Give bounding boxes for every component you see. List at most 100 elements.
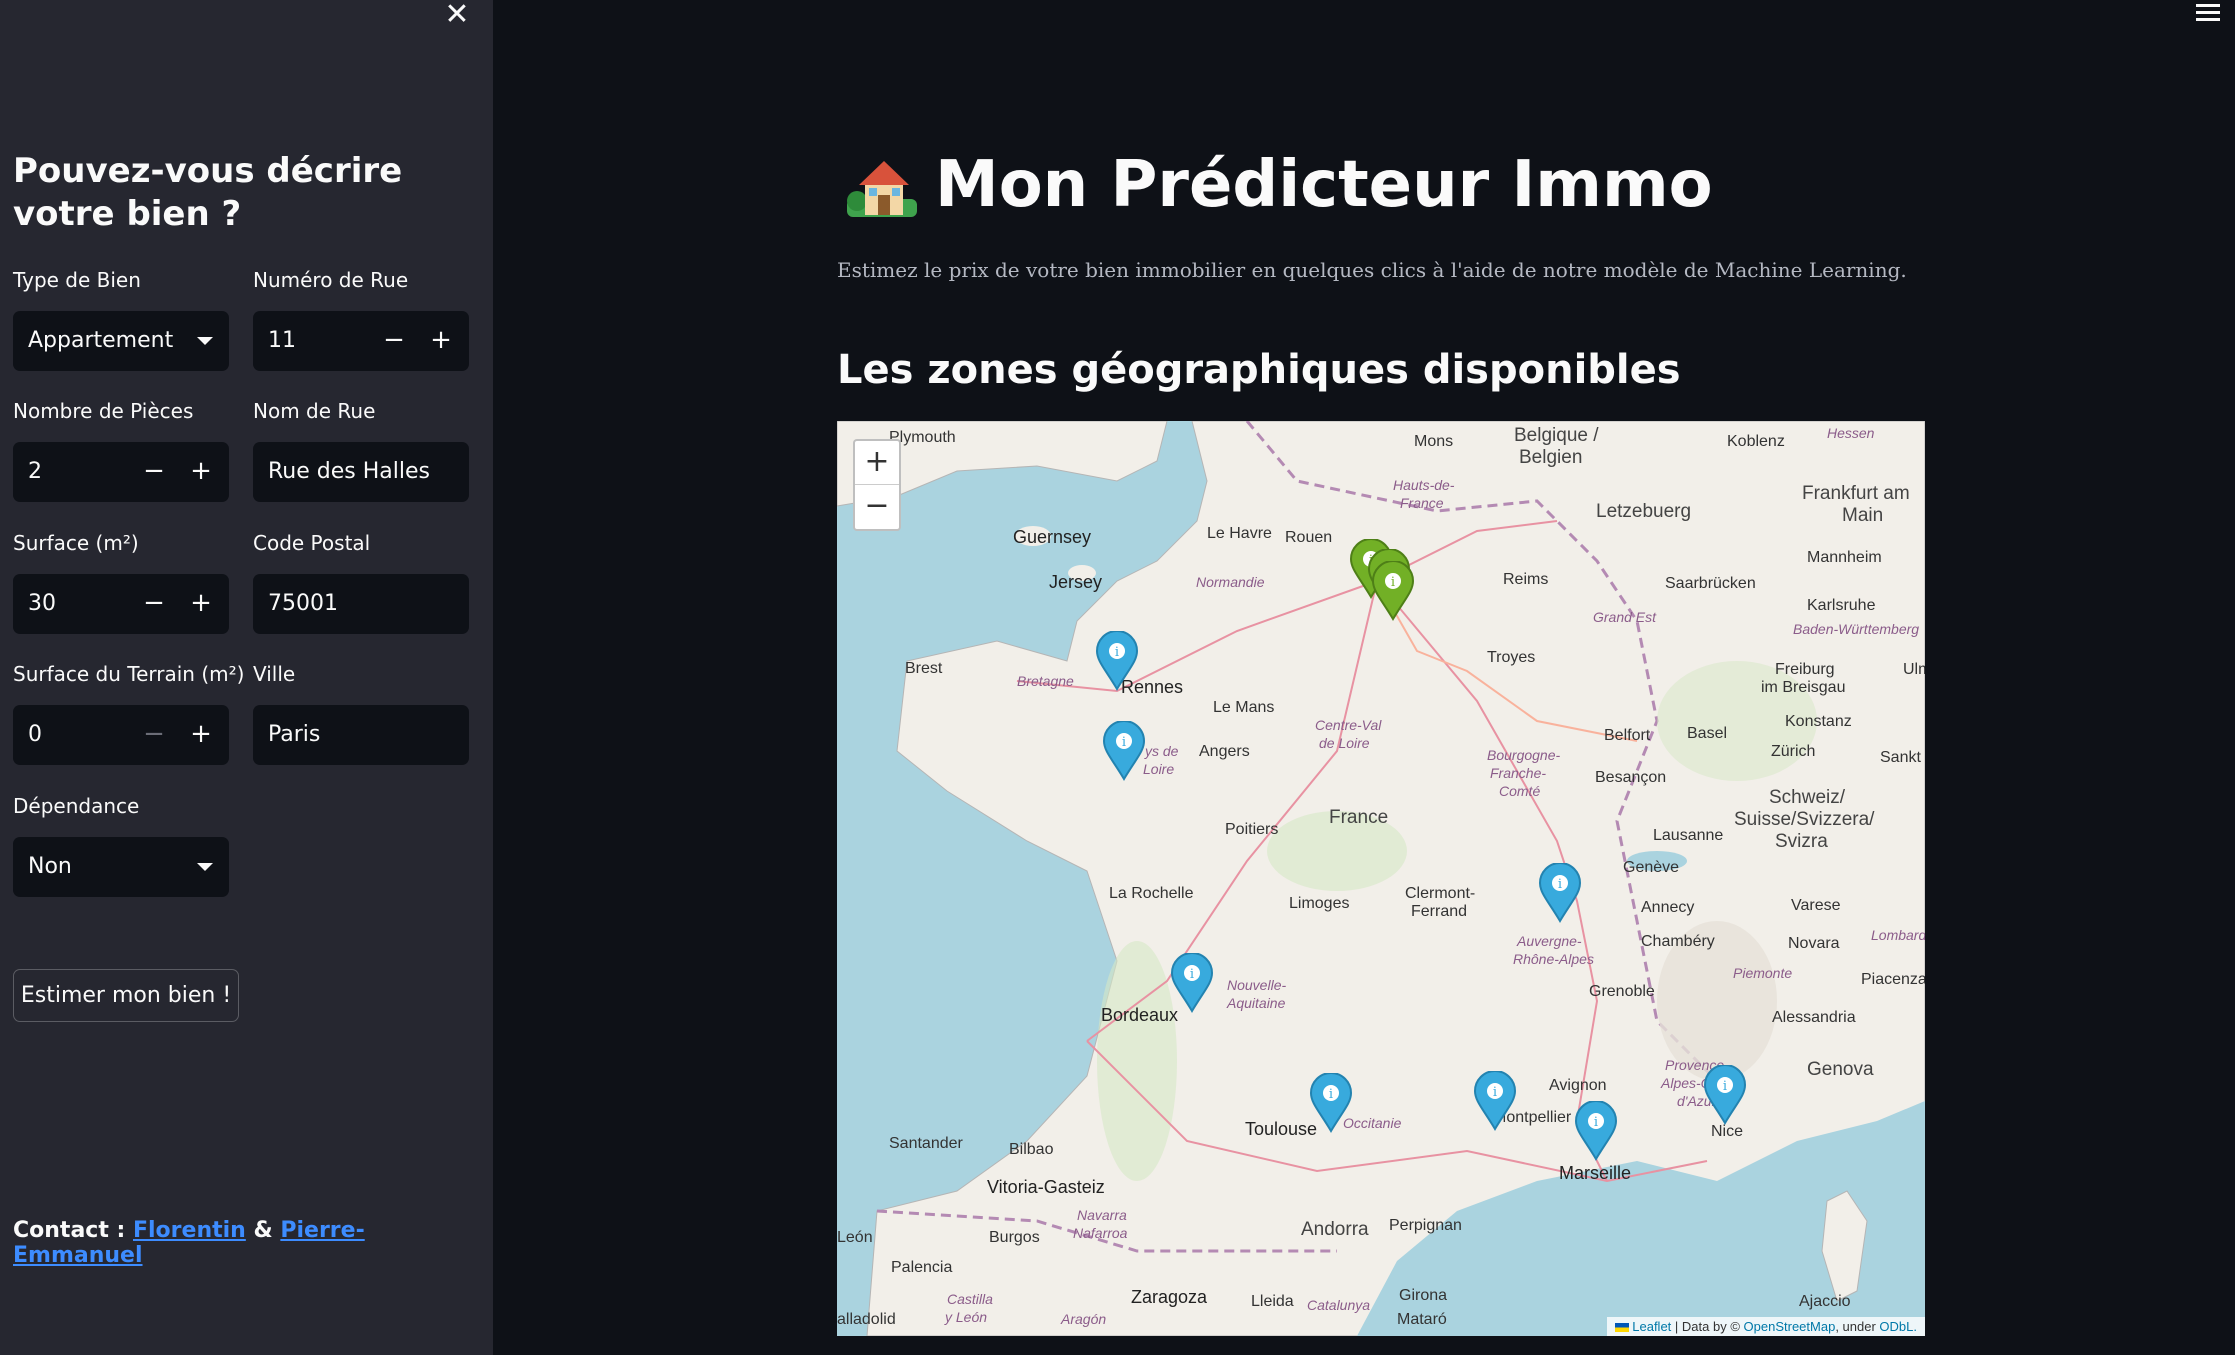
dependance-label: Dépendance bbox=[13, 794, 140, 818]
surface-terrain-value[interactable]: 0 bbox=[28, 705, 42, 765]
map-label-bordeaux: Bordeaux bbox=[1101, 1005, 1179, 1025]
map-label-novara: Novara bbox=[1788, 935, 1840, 952]
map-label-aragon: Aragón bbox=[1061, 1311, 1107, 1327]
surface-value[interactable]: 30 bbox=[28, 574, 56, 634]
svg-text:i: i bbox=[1329, 1087, 1333, 1102]
surface-label: Surface (m²) bbox=[13, 531, 139, 555]
page-title: Mon Prédicteur Immo bbox=[845, 148, 1713, 222]
map-label-hauts-de: Hauts-de- bbox=[1393, 477, 1455, 493]
numero-rue-label: Numéro de Rue bbox=[253, 268, 409, 292]
attribution-text-2: , under bbox=[1835, 1319, 1876, 1334]
map-label-belgique: Belgique / bbox=[1514, 425, 1599, 446]
map-label-nice: Nice bbox=[1711, 1123, 1744, 1140]
map-label-belgien: Belgien bbox=[1519, 447, 1583, 468]
marker-rennes-icon[interactable]: i bbox=[1095, 631, 1139, 691]
map-label-im-breisgau: im Breisgau bbox=[1761, 679, 1846, 696]
map-label-lleida: Lleida bbox=[1251, 1293, 1294, 1310]
numero-rue-decrement-button[interactable]: − bbox=[372, 311, 416, 371]
marker-lyon-icon[interactable]: i bbox=[1538, 863, 1582, 923]
surface-terrain-stepper[interactable]: 0 − + bbox=[13, 705, 229, 765]
map-label-nafarroa: Nafarroa bbox=[1073, 1225, 1128, 1241]
dependance-select[interactable]: Non bbox=[13, 837, 229, 897]
map-label-valladolid: alladolid bbox=[837, 1311, 896, 1328]
code-postal-input[interactable]: 75001 bbox=[253, 574, 469, 634]
leaflet-link[interactable]: Leaflet bbox=[1632, 1319, 1671, 1334]
marker-marseille-icon[interactable]: i bbox=[1574, 1101, 1618, 1161]
map-label-de-loire: de Loire bbox=[1319, 735, 1370, 751]
close-sidebar-icon[interactable]: ✕ bbox=[442, 0, 472, 30]
map-label-franche: Franche- bbox=[1490, 765, 1547, 781]
map-label-burgos: Burgos bbox=[989, 1229, 1040, 1246]
map-label-karlsruhe: Karlsruhe bbox=[1807, 597, 1876, 614]
map-label-andorra: Andorra bbox=[1301, 1219, 1369, 1240]
map-label-mataro: Mataró bbox=[1397, 1311, 1447, 1328]
map-heading: Les zones géographiques disponibles bbox=[837, 347, 1681, 393]
map-label-limoges: Limoges bbox=[1289, 895, 1350, 912]
map-label-freiburg: Freiburg bbox=[1775, 661, 1835, 678]
house-with-garden-icon bbox=[847, 161, 917, 218]
surface-decrement-button[interactable]: − bbox=[132, 574, 176, 634]
svg-text:i: i bbox=[1493, 1085, 1497, 1100]
map-label-besancon: Besançon bbox=[1595, 769, 1667, 786]
marker-nantes-icon[interactable]: i bbox=[1102, 721, 1146, 781]
nombre-pieces-increment-button[interactable]: + bbox=[179, 442, 223, 502]
map-label-navarra: Navarra bbox=[1077, 1207, 1127, 1223]
surface-increment-button[interactable]: + bbox=[179, 574, 223, 634]
map-label-reims: Reims bbox=[1503, 571, 1549, 588]
map[interactable]: Plymouth Guernsey Jersey Le Havre Rouen … bbox=[837, 421, 1925, 1336]
map-label-lausanne: Lausanne bbox=[1653, 827, 1724, 844]
osm-link[interactable]: OpenStreetMap bbox=[1744, 1319, 1836, 1334]
map-label-guernsey: Guernsey bbox=[1013, 527, 1092, 547]
map-label-annecy: Annecy bbox=[1641, 899, 1695, 916]
type-bien-value: Appartement bbox=[28, 328, 174, 353]
map-label-geneve: Genève bbox=[1623, 859, 1680, 876]
ville-input[interactable]: Paris bbox=[253, 705, 469, 765]
contact-link-florentin[interactable]: Florentin bbox=[133, 1218, 246, 1243]
map-label-hauts-france: France bbox=[1400, 495, 1444, 511]
map-label-pays-de: ys de bbox=[1145, 743, 1179, 759]
type-bien-select[interactable]: Appartement bbox=[13, 311, 229, 371]
map-label-piacenza: Piacenza bbox=[1861, 971, 1925, 988]
nom-rue-input[interactable]: Rue des Halles bbox=[253, 442, 469, 502]
marker-bordeaux-icon[interactable]: i bbox=[1170, 953, 1214, 1013]
surface-terrain-increment-button[interactable]: + bbox=[179, 705, 223, 765]
map-label-zaragoza: Zaragoza bbox=[1131, 1287, 1208, 1307]
nom-rue-label: Nom de Rue bbox=[253, 399, 376, 423]
map-label-clermont: Clermont- bbox=[1405, 885, 1476, 902]
nom-rue-value[interactable]: Rue des Halles bbox=[268, 442, 430, 502]
map-label-aquitaine: Aquitaine bbox=[1227, 995, 1286, 1011]
sidebar-title: Pouvez-vous décrire votre bien ? bbox=[13, 151, 403, 234]
code-postal-value[interactable]: 75001 bbox=[268, 574, 338, 634]
surface-stepper[interactable]: 30 − + bbox=[13, 574, 229, 634]
zoom-in-button[interactable]: + bbox=[855, 441, 899, 485]
map-label-main: Main bbox=[1842, 505, 1884, 526]
map-label-sankt: Sankt bbox=[1880, 749, 1921, 766]
ville-value[interactable]: Paris bbox=[268, 705, 320, 765]
nombre-pieces-value[interactable]: 2 bbox=[28, 442, 42, 502]
map-label-poitiers: Poitiers bbox=[1225, 821, 1279, 838]
odbl-link[interactable]: ODbL. bbox=[1879, 1319, 1917, 1334]
main-menu-icon[interactable] bbox=[2196, 4, 2220, 24]
marker-montpellier-icon[interactable]: i bbox=[1473, 1071, 1517, 1131]
zoom-out-button[interactable]: − bbox=[855, 485, 899, 529]
map-label-genova: Genova bbox=[1807, 1059, 1874, 1080]
marker-toulouse-icon[interactable]: i bbox=[1309, 1073, 1353, 1133]
numero-rue-value[interactable]: 11 bbox=[268, 311, 296, 371]
marker-paris-icon[interactable]: i bbox=[1371, 561, 1415, 621]
numero-rue-stepper[interactable]: 11 − + bbox=[253, 311, 469, 371]
nombre-pieces-decrement-button[interactable]: − bbox=[132, 442, 176, 502]
svg-text:i: i bbox=[1723, 1079, 1727, 1094]
estimate-button[interactable]: Estimer mon bien ! bbox=[13, 969, 239, 1022]
map-label-palencia: Palencia bbox=[891, 1259, 953, 1276]
map-label-leon: León bbox=[837, 1229, 873, 1246]
map-label-suisse: Suisse/Svizzera/ bbox=[1734, 809, 1875, 830]
map-label-brest: Brest bbox=[905, 660, 943, 677]
map-label-bretagne: Bretagne bbox=[1017, 673, 1074, 689]
chevron-down-icon bbox=[197, 337, 213, 345]
nombre-pieces-stepper[interactable]: 2 − + bbox=[13, 442, 229, 502]
surface-terrain-decrement-button[interactable]: − bbox=[132, 705, 176, 765]
numero-rue-increment-button[interactable]: + bbox=[419, 311, 463, 371]
map-label-konstanz: Konstanz bbox=[1785, 713, 1852, 730]
marker-nice-icon[interactable]: i bbox=[1703, 1065, 1747, 1125]
map-label-girona: Girona bbox=[1399, 1287, 1448, 1304]
